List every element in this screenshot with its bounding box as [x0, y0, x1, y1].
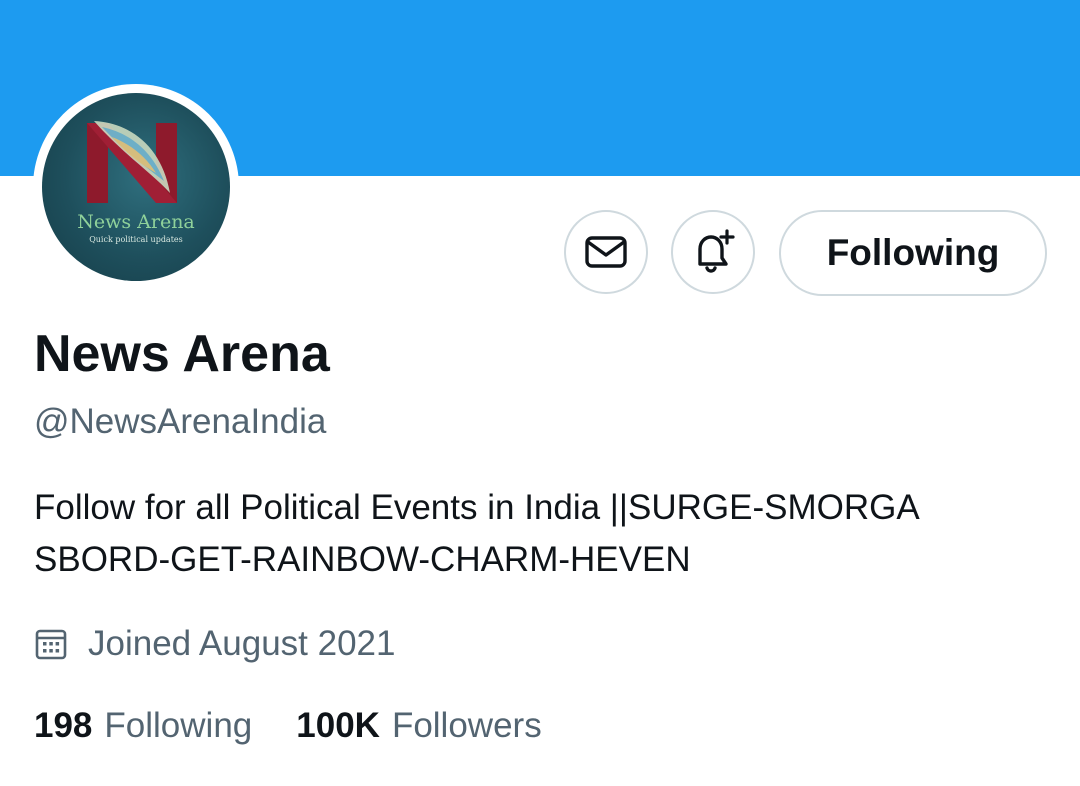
user-handle: @NewsArenaIndia	[34, 402, 327, 441]
news-arena-logo	[87, 121, 177, 203]
following-count: 198	[34, 706, 93, 745]
avatar[interactable]: News Arena Quick political updates	[42, 93, 230, 281]
logo-subtitle: Quick political updates	[89, 235, 183, 244]
calendar-icon	[34, 627, 68, 661]
display-name: News Arena	[34, 325, 330, 383]
following-button[interactable]: Following	[779, 210, 1047, 296]
notify-button[interactable]	[671, 210, 755, 294]
joined-date: Joined August 2021	[34, 622, 395, 666]
logo-title: News Arena	[77, 211, 195, 233]
profile-stats: 198 Following 100K Followers	[34, 706, 542, 746]
bio-line: Follow for all Political Events in India…	[34, 488, 920, 527]
following-label: Following	[104, 706, 253, 745]
message-button[interactable]	[564, 210, 648, 294]
bio-line: SBORD-GET-RAINBOW-CHARM-HEVEN	[34, 540, 691, 579]
envelope-icon	[585, 236, 627, 268]
joined-text: Joined August 2021	[88, 624, 396, 663]
followers-label: Followers	[391, 706, 542, 745]
followers-count-link[interactable]: 100K Followers	[296, 706, 541, 746]
following-count-link[interactable]: 198 Following	[34, 706, 252, 746]
followers-count: 100K	[296, 706, 380, 745]
bell-plus-icon	[698, 229, 735, 273]
bio: Follow for all Political Events in India…	[34, 482, 1054, 586]
